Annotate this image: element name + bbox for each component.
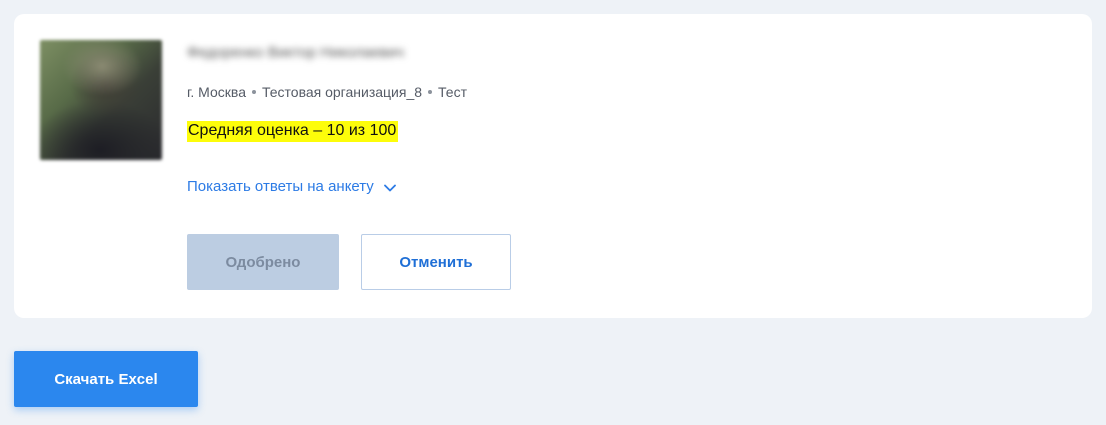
- approved-button[interactable]: Одобрено: [187, 234, 339, 290]
- applicant-card: Федоренко Виктор Николаевич г. Москва Тес…: [14, 14, 1092, 318]
- show-answers-toggle[interactable]: Показать ответы на анкету: [187, 178, 396, 195]
- city-label: г. Москва: [187, 84, 246, 100]
- show-answers-label: Показать ответы на анкету: [187, 178, 374, 195]
- chevron-down-icon: [383, 184, 396, 191]
- cancel-button[interactable]: Отменить: [361, 234, 511, 290]
- role-label: Тест: [438, 84, 467, 100]
- download-excel-button[interactable]: Скачать Excel: [14, 351, 198, 407]
- separator-dot: [428, 90, 433, 95]
- avatar: [40, 40, 162, 160]
- organization-label: Тестовая организация_8: [261, 84, 423, 100]
- average-score: Средняя оценка – 10 из 100: [187, 121, 399, 142]
- applicant-name: Федоренко Виктор Николаевич: [187, 44, 404, 61]
- separator-dot: [251, 90, 256, 95]
- applicant-meta: г. Москва Тестовая организация_8 Тест: [187, 84, 467, 100]
